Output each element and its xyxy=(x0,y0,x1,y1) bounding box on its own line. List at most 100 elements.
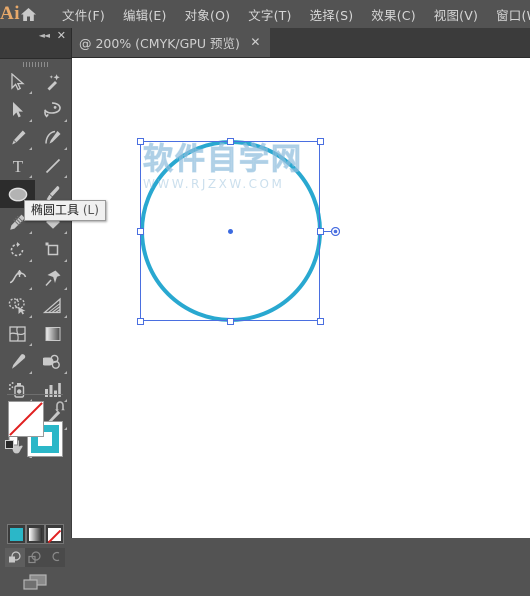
perspective-grid-tool[interactable] xyxy=(35,292,70,320)
tool-group-corner xyxy=(64,175,67,178)
direct-selection-tool[interactable] xyxy=(0,96,35,124)
lasso-tool[interactable] xyxy=(35,96,70,124)
tool-group-corner xyxy=(29,91,32,94)
menu-file[interactable]: 文件(F) xyxy=(53,2,114,27)
selection-handle-bl[interactable] xyxy=(137,318,144,325)
tool-group-corner xyxy=(29,287,32,290)
fill-stroke-controls xyxy=(0,399,71,461)
selection-handle-tc[interactable] xyxy=(227,138,234,145)
curvature-pen-icon xyxy=(44,130,60,144)
canvas-area[interactable]: 软件自学网 WWW.RJZXW.COM xyxy=(71,58,530,538)
menu-view[interactable]: 视图(V) xyxy=(425,2,487,27)
color-mode-button[interactable] xyxy=(7,524,26,544)
live-corner-widget[interactable] xyxy=(331,227,340,236)
selection-tool[interactable] xyxy=(0,68,35,96)
shape-builder-icon xyxy=(8,298,25,315)
tool-group-corner xyxy=(64,147,67,150)
selection-handle-mr[interactable] xyxy=(317,228,324,235)
pen-tool[interactable] xyxy=(0,124,35,152)
line-icon xyxy=(45,158,60,174)
mesh-icon xyxy=(9,326,26,342)
tool-group-corner xyxy=(29,147,32,150)
menu-window[interactable]: 窗口(W) xyxy=(487,2,530,27)
close-panel-icon[interactable]: ✕ xyxy=(57,29,66,42)
tool-group-corner xyxy=(29,119,32,122)
tool-tooltip: 椭圆工具 (L) xyxy=(24,200,106,221)
swap-arrow-glyph xyxy=(55,401,65,412)
draw-behind-icon xyxy=(28,551,41,564)
gradient-mode-button[interactable] xyxy=(26,524,45,544)
tool-group-corner xyxy=(64,231,67,234)
mesh-tool[interactable] xyxy=(0,320,35,348)
tool-group-corner xyxy=(64,259,67,262)
tool-group-corner xyxy=(64,315,67,318)
selection-handle-tl[interactable] xyxy=(137,138,144,145)
blend-tool[interactable] xyxy=(35,348,70,376)
app-logo: Ai xyxy=(0,3,20,24)
swap-fill-stroke-icon[interactable] xyxy=(54,399,68,413)
eyedropper-icon xyxy=(11,354,25,369)
tools-panel: T xyxy=(0,58,72,590)
menu-select[interactable]: 选择(S) xyxy=(301,2,363,27)
draw-inside-button[interactable] xyxy=(45,548,65,567)
bar-chart-icon xyxy=(45,383,61,397)
pen-nib-icon xyxy=(11,130,25,145)
home-glyph xyxy=(21,7,36,21)
width-tool[interactable] xyxy=(0,264,35,292)
color-mode-buttons xyxy=(7,524,65,544)
eyedropper-tool[interactable] xyxy=(0,348,35,376)
magic-wand-icon xyxy=(47,74,60,91)
free-transform-pin-icon xyxy=(44,270,60,287)
selection-handle-ml[interactable] xyxy=(137,228,144,235)
document-tab-bar: @ 200% (CMYK/GPU 预览) ✕ xyxy=(0,28,530,58)
scale-tool[interactable] xyxy=(35,236,70,264)
draw-behind-button[interactable] xyxy=(25,548,45,567)
home-icon[interactable] xyxy=(20,0,37,28)
tool-group-corner xyxy=(29,175,32,178)
menu-effect[interactable]: 效果(C) xyxy=(362,2,424,27)
default-colors-glyph xyxy=(5,436,18,449)
draw-normal-button[interactable] xyxy=(5,548,25,567)
selection-arrow-icon xyxy=(10,73,25,91)
none-slash-icon xyxy=(47,529,62,543)
change-screen-mode-button[interactable] xyxy=(0,570,71,596)
close-icon[interactable]: ✕ xyxy=(249,36,262,49)
illustrator-window: Ai 文件(F) 编辑(E) 对象(O) 文字(T) 选择(S) 效果(C) 视… xyxy=(0,0,530,590)
tooltip-label: 椭圆工具 xyxy=(31,203,80,217)
type-tool[interactable]: T xyxy=(0,152,35,180)
document-tab[interactable]: @ 200% (CMYK/GPU 预览) ✕ xyxy=(70,28,270,57)
line-segment-tool[interactable] xyxy=(35,152,70,180)
tool-group-corner xyxy=(29,259,32,262)
menu-item-list: 文件(F) 编辑(E) 对象(O) 文字(T) 选择(S) 效果(C) 视图(V… xyxy=(53,2,530,27)
none-mode-button[interactable] xyxy=(45,524,64,544)
menu-type[interactable]: 文字(T) xyxy=(239,2,300,27)
panel-header: ◄◄ ✕ xyxy=(0,28,72,59)
blend-icon xyxy=(43,354,60,369)
screen-mode-icon xyxy=(22,574,47,590)
tool-group-corner xyxy=(64,119,67,122)
gradient-tool[interactable] xyxy=(35,320,70,348)
perspective-grid-icon xyxy=(43,297,61,314)
rotate-tool[interactable] xyxy=(0,236,35,264)
type-T-icon: T xyxy=(12,157,23,175)
tool-group-corner xyxy=(29,343,32,346)
default-fill-stroke-icon[interactable] xyxy=(5,435,19,449)
free-transform-tool[interactable] xyxy=(35,264,70,292)
draw-mode-buttons xyxy=(5,548,67,567)
fill-swatch[interactable] xyxy=(8,401,44,437)
document-tab-label: @ 200% (CMYK/GPU 预览) xyxy=(79,36,240,51)
tool-group-corner xyxy=(64,287,67,290)
selection-handle-bc[interactable] xyxy=(227,318,234,325)
scale-icon xyxy=(45,242,58,256)
shape-builder-tool[interactable] xyxy=(0,292,35,320)
width-tool-icon xyxy=(9,270,26,284)
magic-wand-tool[interactable] xyxy=(35,68,70,96)
collapse-panel-icon[interactable]: ◄◄ xyxy=(39,31,50,40)
menu-bar: Ai 文件(F) 编辑(E) 对象(O) 文字(T) 选择(S) 效果(C) 视… xyxy=(0,0,530,28)
curvature-tool[interactable] xyxy=(35,124,70,152)
selection-handle-tr[interactable] xyxy=(317,138,324,145)
menu-edit[interactable]: 编辑(E) xyxy=(114,2,176,27)
menu-object[interactable]: 对象(O) xyxy=(176,2,240,27)
tool-group-corner xyxy=(29,231,32,234)
selection-handle-br[interactable] xyxy=(317,318,324,325)
